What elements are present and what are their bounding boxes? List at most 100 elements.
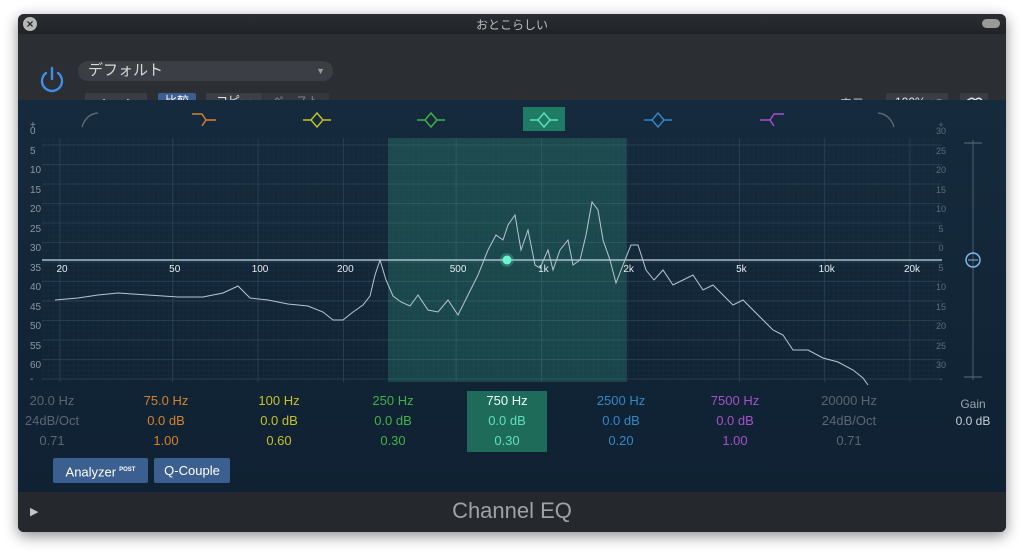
left-scale-label: 20 — [30, 204, 42, 215]
analyzer-label: Analyzer — [65, 464, 117, 480]
analyzer-post-badge: POST — [119, 467, 136, 473]
left-scale-label: 40 — [30, 282, 42, 293]
band-shape-icons — [81, 107, 895, 131]
band-gain[interactable]: 0.0 dB — [126, 411, 206, 431]
title-bar: × おとこらしい — [18, 14, 1006, 34]
left-scale-label: 5 — [30, 145, 36, 157]
band-column[interactable]: 750 Hz 0.0 dB 0.30 — [467, 391, 547, 452]
analyzer-button[interactable]: Analyzer POST — [53, 458, 148, 483]
band-q[interactable]: 1.00 — [126, 431, 206, 451]
frequency-label: 500 — [450, 264, 467, 275]
left-scale-label: 15 — [30, 184, 42, 196]
product-name: Channel EQ — [452, 498, 572, 523]
left-scale-label: 55 — [30, 340, 42, 352]
gain-value[interactable]: 0.0 dB — [948, 414, 998, 428]
plugin-window: × おとこらしい デフォルト ▼ ◀▶ 比較 コピー ペースト 表示： 100%… — [18, 14, 1006, 532]
band-shape-path — [303, 111, 331, 129]
bell-icon[interactable] — [303, 111, 331, 129]
band-column[interactable]: 100 Hz 0.0 dB 0.60 — [239, 391, 319, 451]
band-shape-path — [81, 112, 99, 128]
preset-name: デフォルト — [88, 62, 164, 79]
gain-label: Gain — [960, 397, 986, 411]
bell-icon[interactable] — [417, 111, 445, 129]
band-q[interactable]: 0.30 — [353, 431, 433, 451]
band-gain[interactable]: 24dB/Oct — [18, 411, 92, 431]
band-gain[interactable]: 0.0 dB — [581, 411, 661, 431]
frequency-label: 50 — [169, 264, 181, 275]
right-scale-label: 0 — [938, 243, 944, 253]
power-icon[interactable] — [37, 65, 67, 95]
band-column[interactable]: 20.0 Hz 24dB/Oct 0.71 — [18, 391, 92, 451]
band-node-handle[interactable] — [502, 255, 512, 265]
low-shelf-icon[interactable] — [192, 113, 216, 127]
band-q[interactable]: 0.60 — [239, 431, 319, 451]
band-q[interactable]: 0.71 — [18, 431, 92, 451]
band-column[interactable]: 2500 Hz 0.0 dB 0.20 — [581, 391, 661, 451]
band-column[interactable]: 20000 Hz 24dB/Oct 0.71 — [809, 391, 889, 451]
right-scale-label: 30 — [935, 126, 946, 136]
low-cut-icon[interactable] — [81, 112, 99, 128]
frequency-label: 20 — [56, 264, 68, 275]
eq-graph[interactable]: 20 50 100 200 500 1k 2k 5k 10k 20k — [18, 100, 1006, 400]
band-gain[interactable]: 0.0 dB — [239, 411, 319, 431]
band-shape-path — [417, 111, 445, 129]
band-q[interactable]: 1.00 — [695, 431, 775, 451]
band-freq[interactable]: 750 Hz — [467, 391, 547, 411]
chevron-down-icon: ▼ — [316, 66, 325, 76]
right-scale-label: 10 — [935, 204, 946, 214]
right-scale-label: 5 — [938, 223, 944, 234]
band-gain[interactable]: 0.0 dB — [353, 411, 433, 431]
bell-icon[interactable] — [523, 107, 565, 131]
frequency-label: 200 — [337, 264, 354, 275]
band-freq[interactable]: 20000 Hz — [809, 391, 889, 411]
band-q[interactable]: 0.30 — [467, 431, 547, 451]
band-freq[interactable]: 100 Hz — [239, 391, 319, 411]
left-scale-label: 35 — [30, 262, 42, 274]
left-scale-label: 30 — [30, 243, 42, 254]
window-title: おとこらしい — [475, 18, 548, 32]
footer-bar: ▶ Channel EQ — [18, 492, 1006, 532]
frequency-label: 2k — [623, 264, 635, 275]
band-q[interactable]: 0.20 — [581, 431, 661, 451]
right-scale-label: 5 — [938, 262, 944, 273]
left-scale-label: 10 — [30, 165, 42, 176]
band-shape-path — [192, 113, 216, 127]
left-scale-label: 60 — [30, 360, 42, 371]
band-q[interactable]: 0.71 — [809, 431, 889, 451]
left-scale-label: 45 — [30, 301, 42, 313]
frequency-label: 20k — [904, 264, 921, 275]
high-shelf-icon[interactable] — [760, 113, 784, 127]
right-scale-label: - — [939, 373, 943, 384]
band-column[interactable]: 250 Hz 0.0 dB 0.30 — [353, 391, 433, 451]
right-scale-label: 30 — [935, 360, 946, 370]
right-scale-label: 10 — [935, 282, 946, 292]
band-freq[interactable]: 20.0 Hz — [18, 391, 92, 411]
right-scale-label: 15 — [935, 301, 946, 312]
left-scale-label: - — [30, 373, 34, 385]
right-scale-label: 15 — [935, 184, 946, 195]
band-freq[interactable]: 75.0 Hz — [126, 391, 206, 411]
frequency-label: 1k — [538, 264, 550, 275]
toolbar-toggle-button[interactable] — [982, 19, 1000, 28]
band-column[interactable]: 7500 Hz 0.0 dB 1.00 — [695, 391, 775, 451]
right-scale-label: 20 — [935, 165, 946, 175]
band-gain[interactable]: 0.0 dB — [695, 411, 775, 431]
right-scale-label: 25 — [935, 145, 946, 156]
frequency-label: 10k — [819, 264, 836, 275]
high-cut-icon[interactable] — [877, 112, 895, 128]
preset-menu[interactable]: デフォルト ▼ — [78, 61, 333, 81]
frequency-label: 5k — [736, 264, 748, 275]
band-freq[interactable]: 250 Hz — [353, 391, 433, 411]
q-couple-button[interactable]: Q-Couple — [154, 458, 230, 483]
bell-icon[interactable] — [644, 111, 672, 129]
band-freq[interactable]: 2500 Hz — [581, 391, 661, 411]
band-column[interactable]: 75.0 Hz 0.0 dB 1.00 — [126, 391, 206, 451]
band-freq[interactable]: 7500 Hz — [695, 391, 775, 411]
band-shape-path — [644, 111, 672, 129]
left-scale-label: 0 — [30, 126, 36, 137]
frequency-label: 100 — [252, 264, 269, 275]
band-gain[interactable]: 0.0 dB — [467, 411, 547, 431]
band-gain[interactable]: 24dB/Oct — [809, 411, 889, 431]
left-scale-label: 25 — [30, 223, 42, 235]
right-scale-label: 20 — [935, 321, 946, 331]
